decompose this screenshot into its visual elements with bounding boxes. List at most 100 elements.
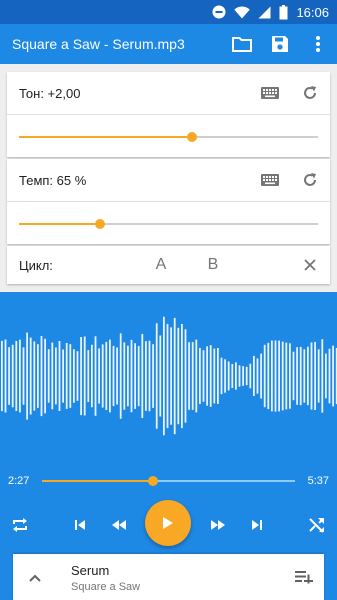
tempo-slider[interactable] bbox=[7, 202, 330, 244]
pitch-label: Тон: +2,00 bbox=[19, 85, 81, 101]
waveform-bar bbox=[209, 345, 212, 407]
waveform-bar bbox=[325, 353, 327, 399]
waveform-bar bbox=[271, 340, 273, 412]
waveform-bar bbox=[299, 346, 302, 406]
waveform-bar bbox=[109, 339, 111, 413]
repeat-button[interactable] bbox=[4, 509, 36, 541]
keyboard-icon bbox=[261, 174, 279, 186]
waveform[interactable] bbox=[0, 292, 337, 460]
waveform-bar bbox=[141, 333, 144, 418]
waveform-bar bbox=[98, 348, 100, 404]
waveform-bar bbox=[310, 342, 313, 410]
save-icon bbox=[272, 36, 288, 52]
loop-a-button[interactable]: A bbox=[135, 256, 187, 274]
pitch-slider-track[interactable] bbox=[19, 132, 318, 142]
skip-next-button[interactable] bbox=[241, 509, 273, 541]
rewind-button[interactable] bbox=[103, 509, 135, 541]
waveform-bar bbox=[263, 344, 266, 408]
waveform-bar bbox=[123, 342, 126, 410]
waveform-bar bbox=[40, 336, 43, 417]
waveform-bar bbox=[159, 335, 162, 417]
pitch-card: Тон: +2,00 bbox=[7, 72, 330, 157]
waveform-bar bbox=[130, 339, 133, 413]
waveform-bar bbox=[177, 327, 180, 425]
more-vert-icon bbox=[316, 36, 320, 52]
waveform-bar bbox=[166, 323, 169, 429]
fast-forward-button[interactable] bbox=[202, 509, 234, 541]
elapsed-time: 2:27 bbox=[8, 475, 30, 487]
playback-controls bbox=[0, 500, 337, 550]
tempo-slider-thumb[interactable] bbox=[94, 219, 105, 229]
track-artist: Square a Saw bbox=[71, 581, 141, 593]
waveform-bar bbox=[307, 346, 309, 406]
waveform-bar bbox=[249, 363, 252, 389]
waveform-bar bbox=[94, 336, 97, 416]
status-bar: 16:06 bbox=[0, 0, 337, 24]
waveform-bar bbox=[91, 344, 93, 408]
pitch-reset-button[interactable] bbox=[290, 72, 330, 114]
waveform-graphic bbox=[1, 316, 337, 436]
pitch-slider[interactable] bbox=[7, 115, 330, 157]
waveform-bar bbox=[26, 332, 28, 420]
close-icon bbox=[304, 259, 316, 271]
track-title: Serum bbox=[71, 563, 110, 578]
waveform-bar bbox=[256, 358, 259, 394]
shuffle-icon bbox=[309, 518, 324, 533]
waveform-bar bbox=[303, 349, 306, 403]
waveform-bar bbox=[1, 340, 3, 412]
add-to-playlist-button[interactable] bbox=[292, 565, 316, 589]
more-options-button[interactable] bbox=[299, 24, 337, 64]
total-time: 5:37 bbox=[307, 475, 329, 487]
tempo-label: Темп: 65 % bbox=[19, 172, 87, 188]
loop-label: Цикл: bbox=[19, 257, 53, 273]
seek-bar[interactable] bbox=[42, 476, 295, 486]
shuffle-button[interactable] bbox=[301, 509, 333, 541]
play-icon bbox=[163, 517, 173, 529]
waveform-bar bbox=[285, 342, 288, 410]
waveform-bar bbox=[238, 365, 241, 387]
waveform-bar bbox=[119, 333, 122, 419]
waveform-bar bbox=[173, 317, 176, 435]
skip-previous-button[interactable] bbox=[64, 509, 96, 541]
tempo-reset-button[interactable] bbox=[290, 159, 330, 201]
seek-bar-thumb[interactable] bbox=[148, 476, 159, 486]
play-button[interactable] bbox=[145, 500, 191, 546]
waveform-bar bbox=[55, 347, 57, 405]
expand-button[interactable] bbox=[23, 566, 47, 590]
waveform-bar bbox=[213, 348, 216, 404]
tempo-slider-track[interactable] bbox=[19, 219, 318, 229]
do-not-disturb-icon bbox=[212, 5, 226, 19]
waveform-bar bbox=[73, 349, 75, 403]
waveform-bar bbox=[47, 349, 50, 403]
waveform-bar bbox=[170, 327, 172, 425]
waveform-bar bbox=[242, 366, 244, 386]
waveform-bar bbox=[332, 345, 334, 407]
open-folder-button[interactable] bbox=[223, 24, 261, 64]
waveform-bar bbox=[37, 344, 39, 408]
now-playing-bar[interactable]: Serum Square a Saw bbox=[13, 554, 324, 600]
loop-card: Цикл: A B bbox=[7, 246, 330, 284]
waveform-bar bbox=[245, 366, 248, 386]
loop-clear-button[interactable] bbox=[290, 246, 330, 284]
fast-forward-icon bbox=[211, 520, 225, 530]
waveform-bar bbox=[87, 350, 90, 402]
pitch-slider-thumb[interactable] bbox=[187, 132, 198, 142]
loop-b-button[interactable]: B bbox=[187, 256, 239, 274]
waveform-bar bbox=[148, 340, 151, 412]
waveform-bar bbox=[76, 351, 79, 401]
waveform-bar bbox=[235, 362, 237, 390]
waveform-bar bbox=[83, 336, 86, 416]
seek-bar-fill bbox=[42, 480, 154, 482]
pitch-keyboard-button[interactable] bbox=[250, 72, 290, 114]
waveform-bar bbox=[199, 347, 201, 405]
playback-progress: 2:27 5:37 bbox=[0, 460, 337, 500]
waveform-bar bbox=[62, 349, 64, 403]
waveform-bar bbox=[69, 344, 72, 408]
tempo-keyboard-button[interactable] bbox=[250, 159, 290, 201]
waveform-bar bbox=[217, 348, 219, 404]
waveform-bar bbox=[11, 344, 14, 408]
waveform-bar bbox=[296, 347, 298, 405]
keyboard-icon bbox=[261, 87, 279, 99]
save-button[interactable] bbox=[261, 24, 299, 64]
app-bar: Square a Saw - Serum.mp3 bbox=[0, 24, 337, 64]
